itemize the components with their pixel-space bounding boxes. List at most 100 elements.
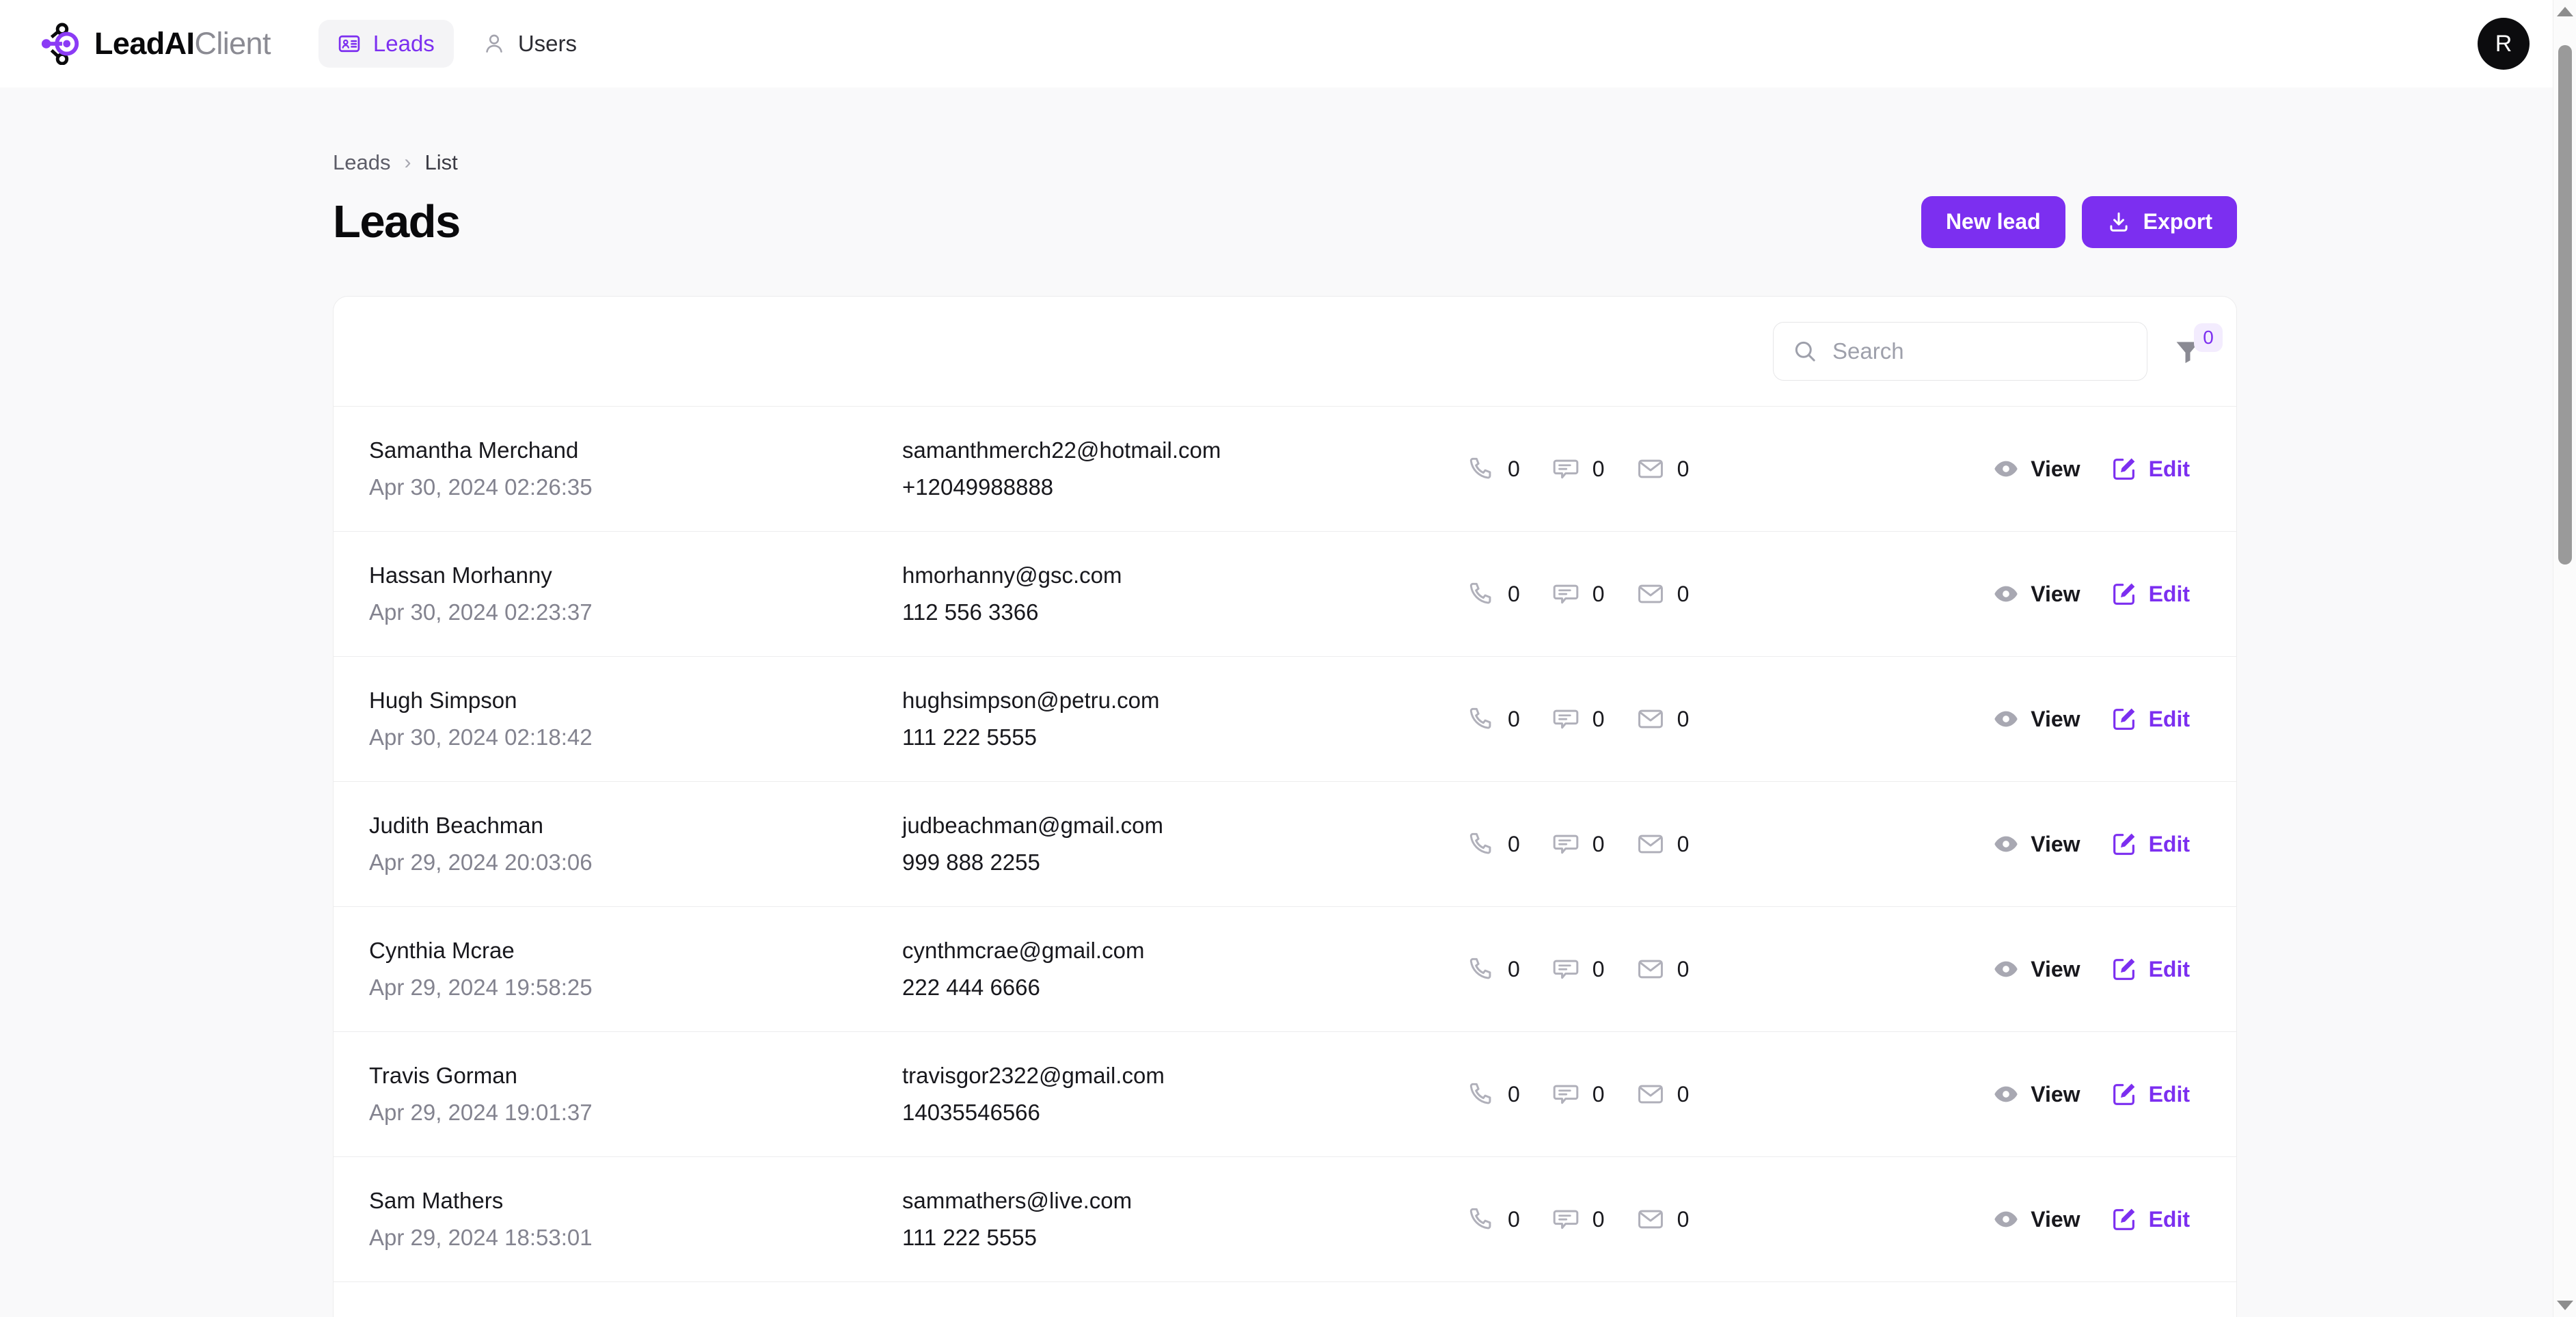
- edit-button[interactable]: Edit: [2111, 1081, 2190, 1108]
- breadcrumb-item-leads[interactable]: Leads: [333, 150, 390, 175]
- edit-button-label: Edit: [2148, 831, 2190, 856]
- edit-button[interactable]: Edit: [2111, 580, 2190, 608]
- table-row[interactable]: Travis Gorman Apr 29, 2024 19:01:37 travis…: [334, 1031, 2236, 1156]
- scroll-down-arrow-icon[interactable]: [2556, 1301, 2573, 1310]
- emails-count: 0: [1636, 830, 1689, 858]
- cell-actions: View Edit: [1992, 580, 2204, 608]
- view-button[interactable]: View: [1992, 705, 2080, 733]
- table-row[interactable]: Hassan Morhanny Apr 30, 2024 02:23:37 hmor…: [334, 531, 2236, 656]
- lead-email: travisgor2322@gmail.com: [902, 1062, 1165, 1088]
- cell-name: Hugh Simpson Apr 30, 2024 02:18:42: [369, 685, 902, 752]
- envelope-icon: [1636, 705, 1665, 733]
- edit-button[interactable]: Edit: [2111, 955, 2190, 983]
- edit-pencil-icon: [2111, 455, 2138, 483]
- cell-contact: hughsimpson@petru.com 111 222 5555: [902, 685, 1435, 752]
- view-button[interactable]: View: [1992, 1206, 2080, 1233]
- message-bubble-icon: [1551, 830, 1580, 858]
- messages-count-value: 0: [1592, 1081, 1605, 1106]
- view-button[interactable]: View: [1992, 455, 2080, 483]
- cell-contact: cynthmcrae@gmail.com 222 444 6666: [902, 936, 1435, 1003]
- emails-count-value: 0: [1677, 706, 1690, 731]
- table-row[interactable]: Cynthia Mcrae Apr 29, 2024 19:58:25 cynthm…: [334, 906, 2236, 1031]
- filter-button[interactable]: 0: [2163, 323, 2223, 377]
- table-row[interactable]: Samantha Merchand Apr 30, 2024 02:26:35 sa…: [334, 406, 2236, 531]
- message-bubble-icon: [1551, 955, 1580, 983]
- lead-phone: +12049988888: [902, 474, 1054, 500]
- edit-button[interactable]: Edit: [2111, 705, 2190, 733]
- view-button[interactable]: View: [1992, 830, 2080, 858]
- message-bubble-icon: [1551, 454, 1580, 483]
- cell-contact: travisgor2322@gmail.com 14035546566: [902, 1061, 1435, 1128]
- emails-count: 0: [1636, 955, 1689, 983]
- avatar[interactable]: R: [2478, 18, 2530, 70]
- export-button[interactable]: Export: [2081, 195, 2237, 248]
- cell-actions: View Edit: [1992, 1081, 2204, 1108]
- scroll-up-arrow-icon[interactable]: [2556, 7, 2573, 16]
- edit-button[interactable]: Edit: [2111, 455, 2190, 483]
- view-button-label: View: [2031, 831, 2080, 856]
- messages-count: 0: [1551, 580, 1605, 608]
- table-row[interactable]: Eden Smithesmith@gmail.com000ViewEdit: [334, 1281, 2236, 1317]
- user-icon: [483, 32, 506, 55]
- cell-name: Judith Beachman Apr 29, 2024 20:03:06: [369, 811, 902, 878]
- table-row[interactable]: Judith Beachman Apr 29, 2024 20:03:06 judb…: [334, 781, 2236, 906]
- calls-count-value: 0: [1508, 581, 1520, 606]
- cell-name: Travis Gorman Apr 29, 2024 19:01:37: [369, 1061, 902, 1128]
- envelope-icon: [1636, 1080, 1665, 1109]
- messages-count: 0: [1551, 1205, 1605, 1234]
- brand[interactable]: LeadAIClient: [40, 23, 271, 66]
- page-scrollbar[interactable]: [2553, 0, 2576, 1317]
- nav-item-users[interactable]: Users: [463, 20, 596, 68]
- cell-contact: sammathers@live.com 111 222 5555: [902, 1186, 1435, 1253]
- scrollbar-thumb[interactable]: [2558, 45, 2572, 565]
- emails-count-value: 0: [1677, 456, 1690, 481]
- nav-item-leads[interactable]: Leads: [318, 20, 454, 68]
- phone-icon: [1467, 1205, 1495, 1234]
- calls-count: 0: [1467, 705, 1520, 733]
- search-input[interactable]: [1773, 322, 2147, 381]
- edit-button[interactable]: Edit: [2111, 1206, 2190, 1233]
- lead-created-at: Apr 29, 2024 19:58:25: [369, 975, 593, 1000]
- table-row[interactable]: Hugh Simpson Apr 30, 2024 02:18:42 hughsim…: [334, 656, 2236, 781]
- message-bubble-icon: [1551, 1080, 1580, 1109]
- leads-table-card: 0 Samantha Merchand Apr 30, 2024 02:26:35…: [333, 296, 2237, 1317]
- view-button[interactable]: View: [1992, 1081, 2080, 1108]
- cell-contact: hmorhanny@gsc.com 112 556 3366: [902, 560, 1435, 627]
- edit-pencil-icon: [2111, 955, 2138, 983]
- phone-icon: [1467, 454, 1495, 483]
- lead-phone: 111 222 5555: [902, 724, 1037, 750]
- calls-count: 0: [1467, 830, 1520, 858]
- view-button-label: View: [2031, 956, 2080, 981]
- view-button[interactable]: View: [1992, 955, 2080, 983]
- calls-count: 0: [1467, 1205, 1520, 1234]
- envelope-icon: [1636, 830, 1665, 858]
- calls-count-value: 0: [1508, 1206, 1520, 1232]
- emails-count: 0: [1636, 705, 1690, 733]
- export-button-label: Export: [2143, 209, 2212, 234]
- new-lead-button-label: New lead: [1945, 209, 2041, 234]
- app-header: LeadAIClient Leads Users R: [0, 0, 2576, 87]
- calls-count-value: 0: [1508, 706, 1520, 731]
- emails-count: 0: [1636, 1080, 1689, 1109]
- nav-item-users-label: Users: [517, 31, 577, 56]
- lead-name: Cynthia Mcrae: [369, 937, 515, 963]
- table-row[interactable]: Sam Mathers Apr 29, 2024 18:53:01 sammathe…: [334, 1156, 2236, 1281]
- breadcrumb-item-list[interactable]: List: [424, 150, 457, 175]
- lead-email: cynthmcrae@gmail.com: [902, 937, 1145, 963]
- breadcrumb: Leads › List: [333, 150, 2530, 175]
- messages-count-value: 0: [1592, 831, 1605, 856]
- phone-icon: [1467, 705, 1495, 733]
- lead-created-at: Apr 30, 2024 02:18:42: [369, 724, 593, 750]
- brand-name-bold: LeadAI: [94, 26, 195, 61]
- messages-count-value: 0: [1592, 1206, 1605, 1232]
- view-button-label: View: [2031, 1081, 2080, 1106]
- emails-count: 0: [1636, 580, 1689, 608]
- view-button[interactable]: View: [1992, 580, 2080, 608]
- view-button-label: View: [2031, 581, 2080, 606]
- message-bubble-icon: [1551, 1205, 1580, 1234]
- lead-name: Samantha Merchand: [369, 437, 579, 463]
- edit-button[interactable]: Edit: [2111, 830, 2190, 858]
- new-lead-button[interactable]: New lead: [1921, 195, 2065, 248]
- page-title: Leads: [333, 196, 461, 247]
- brand-name-light: Client: [194, 26, 271, 61]
